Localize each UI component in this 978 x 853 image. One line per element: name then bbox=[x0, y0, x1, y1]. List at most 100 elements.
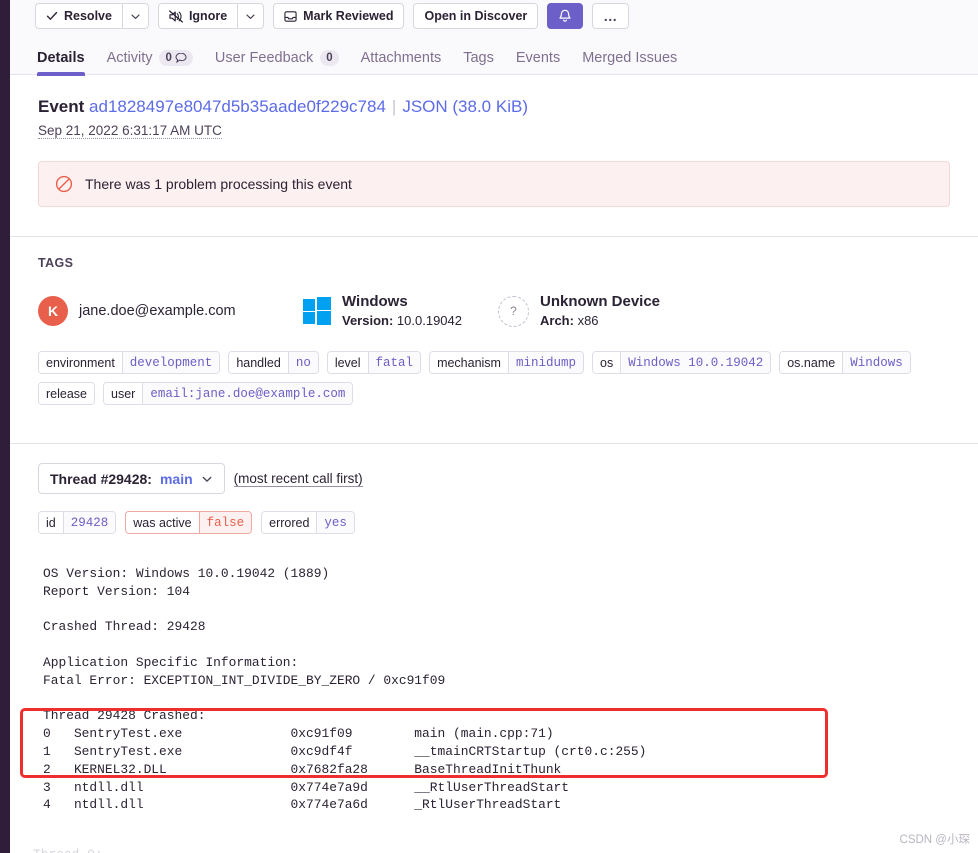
tag-pill-value[interactable]: Windows bbox=[842, 352, 910, 373]
tab-activity[interactable]: Activity 0 bbox=[107, 50, 193, 75]
action-toolbar: Resolve Ignore Mark Reviewed Open in Dis… bbox=[10, 0, 978, 38]
tab-label: User Feedback bbox=[214, 50, 314, 66]
more-actions-button[interactable]: … bbox=[592, 3, 630, 29]
device-arch-key: Arch: bbox=[540, 313, 574, 328]
device-summary-text: Unknown Device Arch: x86 bbox=[540, 293, 660, 329]
thread-selector-label: Thread #29428: bbox=[50, 470, 152, 487]
resolve-dropdown-button[interactable] bbox=[121, 3, 149, 29]
tag-pill[interactable]: handled no bbox=[228, 351, 319, 374]
watermark: CSDN @小琛 bbox=[899, 834, 970, 846]
ignore-button[interactable]: Ignore bbox=[157, 3, 238, 29]
chevron-down-icon bbox=[201, 473, 213, 485]
thread-attribute-pill[interactable]: was active false bbox=[125, 511, 253, 534]
crash-report-line: 3 ntdll.dll 0x774e7a9d __RtlUserThreadSt… bbox=[43, 779, 570, 795]
thread-attribute-value: 29428 bbox=[62, 512, 116, 533]
tag-pill[interactable]: level fatal bbox=[326, 351, 422, 374]
thread-attribute-key: was active bbox=[126, 512, 199, 533]
crash-report-line: Report Version: 104 bbox=[43, 583, 190, 599]
event-id-line: Event ad1828497e8047d5b35aade0f229c784 | J… bbox=[38, 96, 978, 118]
device-arch-value: x86 bbox=[577, 313, 599, 328]
bell-icon bbox=[558, 9, 572, 24]
tag-pill-value[interactable]: minidump bbox=[507, 352, 583, 373]
tab-user-feedback[interactable]: User Feedback 0 bbox=[215, 50, 339, 75]
thread-section: Thread #29428: main (most recent call fi… bbox=[10, 443, 978, 534]
tab-events[interactable]: Events bbox=[516, 50, 560, 75]
os-version-key: Version: bbox=[342, 313, 394, 328]
open-in-discover-button[interactable]: Open in Discover bbox=[413, 3, 539, 29]
tags-summary-row: K jane.doe@example.com Windows Version: … bbox=[38, 293, 950, 329]
tag-pill-key: user bbox=[104, 383, 143, 404]
tab-attachments[interactable]: Attachments bbox=[361, 50, 442, 75]
tag-pill-key: environment bbox=[39, 352, 122, 373]
tag-pill[interactable]: environment development bbox=[38, 351, 221, 374]
tag-pill-key: level bbox=[327, 352, 368, 373]
tag-summary-os[interactable]: Windows Version: 10.0.19042 bbox=[303, 293, 498, 329]
tag-pill-key: os.name bbox=[780, 352, 843, 373]
event-header: Event ad1828497e8047d5b35aade0f229c784 | J… bbox=[10, 76, 978, 140]
event-id-link[interactable]: ad1828497e8047d5b35aade0f229c784 bbox=[89, 97, 386, 116]
tag-pill[interactable]: user email:jane.doe@example.com bbox=[103, 382, 354, 405]
tags-section-title: TAGS bbox=[38, 256, 74, 270]
ignore-button-label: Ignore bbox=[188, 9, 228, 23]
processing-error-banner: There was 1 problem processing this even… bbox=[38, 161, 950, 207]
thread-attribute-value: yes bbox=[316, 512, 354, 533]
tag-pill-value[interactable]: email:jane.doe@example.com bbox=[142, 383, 353, 404]
tab-label: Activity bbox=[106, 50, 153, 66]
thread-attribute-key: id bbox=[39, 512, 63, 533]
mark-reviewed-button[interactable]: Mark Reviewed bbox=[273, 3, 405, 29]
tag-pill-list: environment development handled no level fata… bbox=[38, 351, 950, 405]
crash-report-blank-line bbox=[43, 690, 978, 708]
ignore-dropdown-button[interactable] bbox=[237, 3, 265, 29]
tag-pill-key: release bbox=[39, 383, 94, 404]
thread-selector[interactable]: Thread #29428: main bbox=[38, 463, 225, 494]
tag-summary-user[interactable]: K jane.doe@example.com bbox=[38, 296, 303, 326]
tag-pill-key: os bbox=[593, 352, 621, 373]
tag-pill[interactable]: os.name Windows bbox=[779, 351, 911, 374]
tab-count-value: 0 bbox=[326, 52, 333, 64]
call-order-note[interactable]: (most recent call first) bbox=[233, 471, 363, 487]
tag-pill-value[interactable]: fatal bbox=[367, 352, 421, 373]
event-label: Event bbox=[38, 97, 85, 116]
os-version-value: 10.0.19042 bbox=[396, 313, 462, 328]
tab-label: Details bbox=[37, 50, 85, 66]
tag-pill-value[interactable]: development bbox=[121, 352, 220, 373]
tab-label: Merged Issues bbox=[582, 50, 678, 66]
tab-details[interactable]: Details bbox=[37, 50, 85, 76]
tab-merged-issues[interactable]: Merged Issues bbox=[582, 50, 677, 75]
tab-count-value: 0 bbox=[165, 52, 172, 64]
subscribe-bell-button[interactable] bbox=[547, 3, 584, 29]
crash-report-text: OS Version: Windows 10.0.19042 (1889) Rep… bbox=[10, 565, 978, 814]
crash-report-line: 1 SentryTest.exe 0xc9df4f __tmainCRTStar… bbox=[43, 743, 647, 759]
chevron-down-icon bbox=[245, 11, 256, 22]
windows-logo-icon bbox=[303, 297, 331, 325]
os-name-label: Windows bbox=[342, 293, 408, 310]
resolve-button[interactable]: Resolve bbox=[35, 3, 122, 29]
event-timestamp[interactable]: Sep 21, 2022 6:31:17 AM UTC bbox=[38, 123, 222, 139]
crash-report-line: 4 ntdll.dll 0x774e7a6d _RtlUserThreadSta… bbox=[43, 797, 562, 813]
thread-attribute-key: errored bbox=[262, 512, 317, 533]
tag-pill-value[interactable]: Windows 10.0.19042 bbox=[620, 352, 771, 373]
tag-pill-key: mechanism bbox=[430, 352, 508, 373]
thread-attribute-pill[interactable]: errored yes bbox=[261, 511, 355, 534]
processing-error-banner-wrap: There was 1 problem processing this even… bbox=[10, 161, 978, 207]
crash-report-blank-line bbox=[43, 636, 978, 654]
tag-pill-value[interactable]: no bbox=[287, 352, 318, 373]
thread-attribute-pill[interactable]: id 29428 bbox=[38, 511, 117, 534]
avatar: K bbox=[38, 296, 68, 326]
tag-pill[interactable]: mechanism minidump bbox=[429, 351, 584, 374]
crash-report-blank-line bbox=[43, 601, 978, 619]
truncated-next-line: Thread 0: bbox=[33, 847, 103, 853]
resolve-button-label: Resolve bbox=[64, 9, 112, 23]
tab-label: Attachments bbox=[360, 50, 442, 66]
inbox-icon bbox=[284, 10, 297, 23]
user-email-label: jane.doe@example.com bbox=[79, 303, 236, 319]
tag-pill[interactable]: os Windows 10.0.19042 bbox=[592, 351, 772, 374]
tag-pill[interactable]: release bbox=[38, 382, 95, 405]
crash-report-line: OS Version: Windows 10.0.19042 (1889) bbox=[43, 566, 330, 581]
page-root: Resolve Ignore Mark Reviewed Open in Dis… bbox=[0, 0, 978, 853]
crash-report-line: Crashed Thread: 29428 bbox=[43, 619, 206, 635]
mute-icon bbox=[168, 9, 183, 23]
tag-summary-device[interactable]: ? Unknown Device Arch: x86 bbox=[498, 293, 660, 329]
tab-tags[interactable]: Tags bbox=[463, 50, 494, 75]
event-json-link[interactable]: JSON (38.0 KiB) bbox=[402, 97, 528, 116]
